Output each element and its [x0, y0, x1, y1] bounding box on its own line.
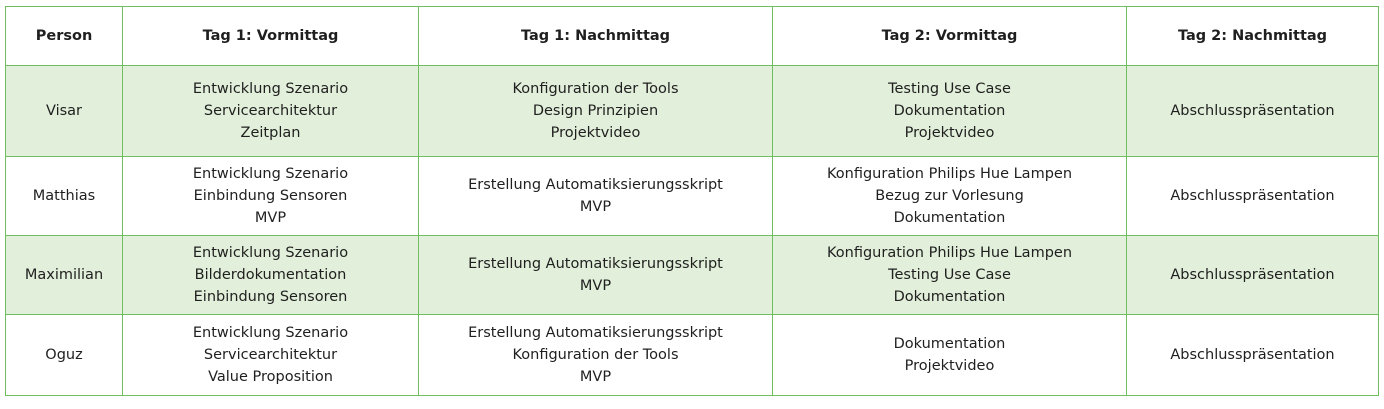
day2-afternoon-cell: Abschlusspräsentation	[1126, 65, 1379, 157]
day1-afternoon-cell: Erstellung Automatiksierungsskript MVP	[418, 235, 773, 315]
task-line: Servicearchitektur	[203, 347, 338, 363]
day1-morning-cell: Entwicklung Szenario Einbindung Sensoren…	[122, 156, 419, 236]
task-line: Konfiguration der Tools	[512, 347, 679, 363]
person-cell: Maximilian	[5, 235, 123, 315]
day2-afternoon-cell: Abschlusspräsentation	[1126, 314, 1379, 396]
day1-afternoon-cell: Konfiguration der Tools Design Prinzipie…	[418, 65, 773, 157]
task-line: Konfiguration der Tools	[512, 81, 679, 97]
task-line: Projektvideo	[904, 358, 995, 374]
table-row: Visar Entwicklung Szenario Servicearchit…	[5, 65, 1379, 157]
table-row: Oguz Entwicklung Szenario Servicearchite…	[5, 314, 1379, 396]
header-person: Person	[5, 6, 123, 66]
task-line: Abschlusspräsentation	[1170, 267, 1335, 283]
table-row: Matthias Entwicklung Szenario Einbindung…	[5, 156, 1379, 236]
task-line: Abschlusspräsentation	[1170, 103, 1335, 119]
task-line: Dokumentation	[893, 289, 1006, 305]
task-line: Entwicklung Szenario	[192, 325, 349, 341]
header-day1-afternoon: Tag 1: Nachmittag	[418, 6, 773, 66]
task-line: Entwicklung Szenario	[192, 166, 349, 182]
schedule-table: Person Tag 1: Vormittag Tag 1: Nachmitta…	[5, 6, 1379, 396]
day2-morning-cell: Konfiguration Philips Hue Lampen Testing…	[772, 235, 1127, 315]
task-line: Dokumentation	[893, 103, 1006, 119]
task-line: Einbindung Sensoren	[193, 289, 348, 305]
task-line: Zeitplan	[240, 125, 301, 141]
day2-morning-cell: Testing Use Case Dokumentation Projektvi…	[772, 65, 1127, 157]
task-line: Value Proposition	[208, 369, 333, 385]
task-line: Entwicklung Szenario	[192, 245, 349, 261]
task-line: Projektvideo	[550, 125, 641, 141]
task-line: Abschlusspräsentation	[1170, 188, 1335, 204]
task-line: Erstellung Automatiksierungsskript	[468, 256, 723, 272]
task-line: Design Prinzipien	[532, 103, 659, 119]
task-line: Servicearchitektur	[203, 103, 338, 119]
task-line: Testing Use Case	[888, 81, 1011, 97]
task-line: Bezug zur Vorlesung	[875, 188, 1024, 204]
header-day2-morning: Tag 2: Vormittag	[772, 6, 1127, 66]
task-line: MVP	[579, 278, 612, 294]
task-line: Erstellung Automatiksierungsskript	[468, 325, 723, 341]
day1-afternoon-cell: Erstellung Automatiksierungsskript Konfi…	[418, 314, 773, 396]
day1-morning-cell: Entwicklung Szenario Servicearchitektur …	[122, 314, 419, 396]
task-line: Einbindung Sensoren	[193, 188, 348, 204]
task-line: MVP	[579, 199, 612, 215]
task-line: MVP	[254, 210, 287, 226]
task-line: Entwicklung Szenario	[192, 81, 349, 97]
header-day1-morning: Tag 1: Vormittag	[122, 6, 419, 66]
day1-morning-cell: Entwicklung Szenario Servicearchitektur …	[122, 65, 419, 157]
person-cell: Visar	[5, 65, 123, 157]
day1-morning-cell: Entwicklung Szenario Bilderdokumentation…	[122, 235, 419, 315]
task-line: Konfiguration Philips Hue Lampen	[826, 166, 1073, 182]
task-line: Konfiguration Philips Hue Lampen	[826, 245, 1073, 261]
header-row: Person Tag 1: Vormittag Tag 1: Nachmitta…	[5, 6, 1379, 66]
day2-afternoon-cell: Abschlusspräsentation	[1126, 156, 1379, 236]
task-line: Testing Use Case	[888, 267, 1011, 283]
table-row: Maximilian Entwicklung Szenario Bilderdo…	[5, 235, 1379, 315]
person-cell: Oguz	[5, 314, 123, 396]
day1-afternoon-cell: Erstellung Automatiksierungsskript MVP	[418, 156, 773, 236]
task-line: Projektvideo	[904, 125, 995, 141]
task-line: Dokumentation	[893, 336, 1006, 352]
task-line: Dokumentation	[893, 210, 1006, 226]
task-line: Bilderdokumentation	[194, 267, 347, 283]
day2-morning-cell: Konfiguration Philips Hue Lampen Bezug z…	[772, 156, 1127, 236]
header-day2-afternoon: Tag 2: Nachmittag	[1126, 6, 1379, 66]
person-cell: Matthias	[5, 156, 123, 236]
task-line: Abschlusspräsentation	[1170, 347, 1335, 363]
schedule-table-wrapper: Person Tag 1: Vormittag Tag 1: Nachmitta…	[5, 6, 1379, 396]
task-line: MVP	[579, 369, 612, 385]
day2-afternoon-cell: Abschlusspräsentation	[1126, 235, 1379, 315]
task-line: Erstellung Automatiksierungsskript	[468, 177, 723, 193]
day2-morning-cell: Dokumentation Projektvideo	[772, 314, 1127, 396]
